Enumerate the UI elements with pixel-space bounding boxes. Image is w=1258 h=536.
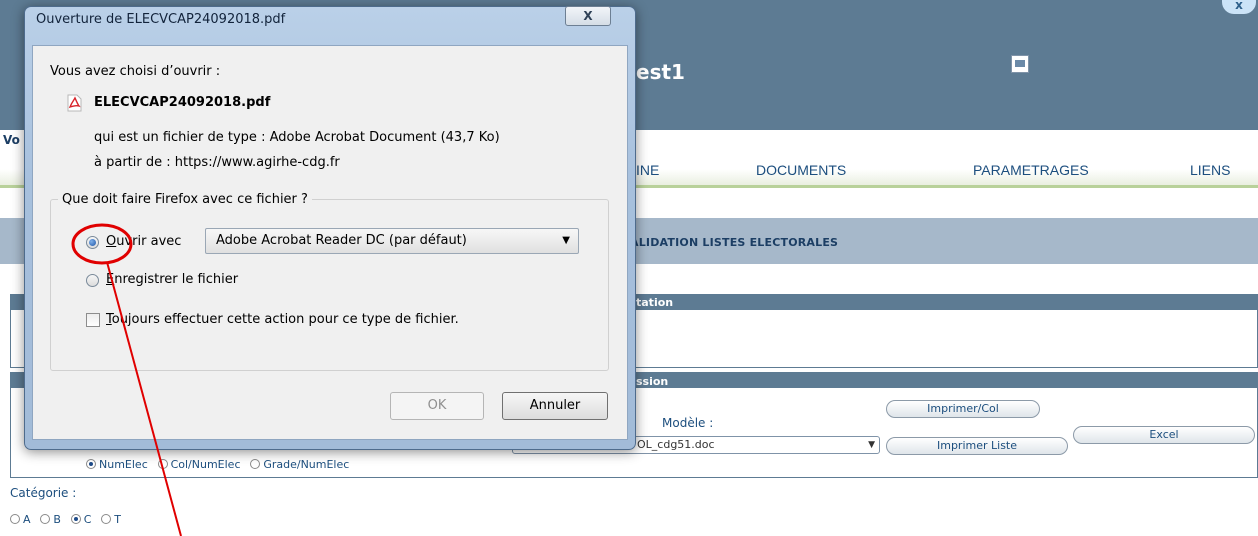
open-with-label[interactable]: Ouvrir avec <box>106 234 181 249</box>
ok-button[interactable]: OK <box>390 392 484 420</box>
dialog-title: Ouverture de ELECVCAP24092018.pdf <box>36 12 286 27</box>
dialog-filename: ELECVCAP24092018.pdf <box>94 95 271 110</box>
dialog-file-type: qui est un fichier de type : Adobe Acrob… <box>94 130 500 145</box>
categorie-options: A B C T <box>10 512 127 526</box>
sort-label-grade-numelec: Grade/NumElec <box>263 458 350 471</box>
nav-item-documents[interactable]: DOCUMENTS <box>756 162 846 178</box>
app-title: est1 <box>636 60 685 84</box>
excel-button[interactable]: Excel <box>1073 426 1255 444</box>
pdf-file-icon <box>67 94 82 112</box>
imprimer-col-button[interactable]: Imprimer/Col <box>886 400 1040 418</box>
categorie-radio-a[interactable] <box>10 514 20 524</box>
panel-imputation-label: tation <box>636 296 674 309</box>
user-label: Vo <box>3 133 20 147</box>
cancel-button[interactable]: Annuler <box>502 392 608 420</box>
sort-label-numelec: NumElec <box>99 458 148 471</box>
categorie-label: Catégorie : <box>10 486 77 500</box>
nav-item-liens[interactable]: LIENS <box>1190 162 1230 178</box>
categorie-radio-t[interactable] <box>101 514 112 524</box>
dialog-intro: Vous avez choisi d’ouvrir : <box>50 64 221 79</box>
modele-select-value: OL_cdg51.doc <box>637 438 715 451</box>
sort-radio-col-numelec[interactable] <box>157 459 168 469</box>
sort-radio-numelec[interactable] <box>86 459 96 469</box>
categorie-radio-c[interactable] <box>70 514 81 524</box>
save-file-radio[interactable] <box>86 274 99 287</box>
nav-item-parametrages[interactable]: PARAMETRAGES <box>973 162 1089 178</box>
sort-radio-grade-numelec[interactable] <box>250 459 261 469</box>
image-placeholder-icon <box>1011 55 1029 73</box>
always-do-label[interactable]: Toujours effectuer cette action pour ce … <box>106 312 459 327</box>
open-with-radio[interactable] <box>86 236 99 249</box>
open-with-app-select[interactable]: Adobe Acrobat Reader DC (par défaut) ▼ <box>205 228 579 254</box>
open-with-app-value: Adobe Acrobat Reader DC (par défaut) <box>216 233 467 248</box>
categorie-radio-b[interactable] <box>40 514 51 524</box>
chevron-down-icon: ▼ <box>562 235 570 246</box>
action-group-legend: Que doit faire Firefox avec ce fichier ? <box>58 192 312 207</box>
panel-impression-label: ssion <box>636 375 669 388</box>
always-do-checkbox[interactable] <box>86 313 100 327</box>
section-title: ALIDATION LISTES ELECTORALES <box>630 236 839 249</box>
sort-label-col-numelec: Col/NumElec <box>170 458 241 471</box>
nav-item-partial[interactable]: INE <box>636 162 659 178</box>
modele-label: Modèle : <box>662 416 714 430</box>
categorie-label-t: T <box>114 513 121 526</box>
categorie-label-b: B <box>53 513 61 526</box>
categorie-label-c: C <box>83 513 92 526</box>
dialog-close-button[interactable]: X <box>565 6 611 26</box>
imprimer-liste-button[interactable]: Imprimer Liste <box>886 437 1068 455</box>
sort-options: NumElec Col/NumElec Grade/NumElec <box>86 457 355 471</box>
dialog-file-source: à partir de : https://www.agirhe-cdg.fr <box>94 155 340 170</box>
save-file-label[interactable]: Enregistrer le fichier <box>106 272 238 287</box>
chevron-down-icon: ▼ <box>868 440 875 450</box>
categorie-label-a: A <box>23 513 31 526</box>
